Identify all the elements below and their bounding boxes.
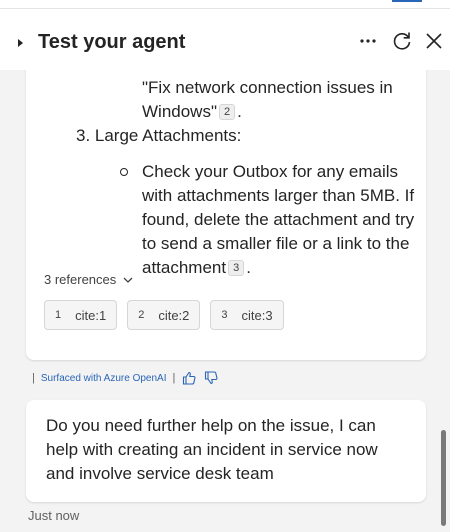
top-accent-line: [392, 0, 422, 2]
references-label: 3 references: [44, 272, 117, 287]
scrollbar-thumb[interactable]: [441, 430, 446, 526]
period: .: [237, 102, 242, 121]
chat-transcript[interactable]: "Fix network connection issues in Window…: [0, 70, 450, 532]
header-title: Test your agent: [38, 31, 186, 53]
ai-disclaimer: | Surfaced with Azure OpenAI |: [32, 368, 219, 388]
reference-chip[interactable]: 2 cite:2: [127, 300, 201, 330]
close-icon[interactable]: [422, 29, 446, 53]
citation-marker[interactable]: 3: [228, 260, 245, 276]
refresh-icon[interactable]: [390, 29, 414, 53]
references-toggle[interactable]: 3 references: [44, 272, 134, 287]
period: .: [246, 258, 251, 277]
separator: |: [172, 372, 176, 384]
more-icon[interactable]: [356, 29, 380, 53]
reference-chip[interactable]: 3 cite:3: [210, 300, 284, 330]
reference-list: 1 cite:1 2 cite:2 3 cite:3: [44, 300, 284, 330]
reference-number: 3: [221, 309, 228, 321]
bullet-content: Check your Outbox for any emails with at…: [142, 162, 415, 277]
agent-message-bubble: "Fix network connection issues in Window…: [26, 70, 426, 360]
message-line: "Fix network connection issues in Window…: [142, 76, 412, 124]
top-strip: [0, 0, 450, 8]
citation-marker[interactable]: 2: [219, 104, 236, 120]
reference-label: cite:3: [241, 307, 273, 323]
message-text: Do you need further help on the issue, I…: [46, 416, 378, 483]
reference-label: cite:2: [158, 307, 190, 323]
ai-disclaimer-label: Surfaced with Azure OpenAI: [40, 372, 167, 384]
message-timestamp: Just now: [28, 508, 80, 523]
bullet-text: Check your Outbox for any emails with at…: [142, 160, 422, 280]
reference-label: cite:1: [75, 307, 107, 323]
thumbs-down-icon[interactable]: [203, 370, 219, 386]
reference-number: 1: [55, 309, 62, 321]
bullet-icon: [120, 168, 128, 176]
thumbs-up-icon[interactable]: [181, 370, 197, 386]
chevron-right-icon[interactable]: [18, 39, 23, 47]
chevron-down-icon: [123, 277, 133, 283]
agent-message-bubble: Do you need further help on the issue, I…: [26, 400, 426, 502]
agent-header: Test your agent: [0, 8, 450, 70]
separator: |: [32, 372, 35, 384]
quoted-text: "Fix network connection issues in Window…: [142, 78, 393, 121]
reference-chip[interactable]: 1 cite:1: [44, 300, 118, 330]
list-item-heading: 3. Large Attachments:: [76, 126, 242, 145]
reference-number: 2: [138, 309, 145, 321]
